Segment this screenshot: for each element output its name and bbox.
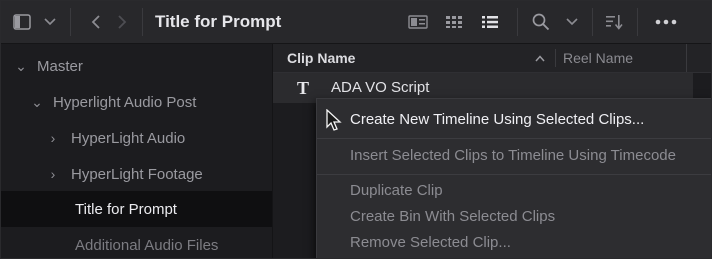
menu-item-create-bin[interactable]: Create Bin With Selected Clips — [350, 204, 555, 230]
forward-arrow-icon[interactable] — [113, 1, 131, 43]
more-options-icon[interactable] — [651, 1, 681, 43]
toolbar-divider — [637, 8, 638, 36]
bin-sidebar: ⌄ Master ⌄ Hyperlight Audio Post › Hyper… — [1, 44, 273, 258]
sidebar-item-label: Hyperlight Audio Post — [53, 93, 197, 111]
search-icon[interactable] — [529, 1, 553, 43]
menu-item-remove-selected-clip[interactable]: Remove Selected Clip... — [350, 230, 511, 256]
chevron-down-icon[interactable] — [563, 1, 581, 43]
chevron-right-icon[interactable]: › — [45, 166, 61, 182]
toolbar-divider — [142, 8, 143, 36]
menu-item-create-new-timeline[interactable]: Create New Timeline Using Selected Clips… — [350, 107, 644, 133]
sidebar-item-hyperlight-footage[interactable]: › HyperLight Footage — [1, 156, 316, 192]
chevron-down-icon[interactable]: ⌄ — [29, 94, 45, 111]
sidebar-item-title-for-prompt[interactable]: Title for Prompt — [1, 191, 272, 227]
sort-icon[interactable] — [602, 1, 626, 43]
chevron-down-icon[interactable]: ⌄ — [13, 58, 29, 75]
sidebar-toggle-icon[interactable] — [9, 1, 35, 43]
sidebar-item-label: HyperLight Audio — [71, 129, 186, 147]
menu-item-insert-selected-clips[interactable]: Insert Selected Clips to Timeline Using … — [350, 143, 676, 169]
sidebar-item-hyperlight-audio-post[interactable]: ⌄ Hyperlight Audio Post — [1, 84, 300, 120]
menu-divider — [317, 174, 711, 175]
sidebar-item-label: Additional Audio Files — [75, 236, 219, 254]
grid-view-icon[interactable] — [441, 1, 467, 43]
sidebar-item-additional-audio-files[interactable]: Additional Audio Files — [1, 227, 272, 258]
sort-ascending-icon[interactable] — [535, 44, 545, 72]
menu-divider — [317, 138, 711, 139]
list-view-icon[interactable] — [477, 1, 503, 43]
sidebar-item-label: HyperLight Footage — [71, 165, 203, 183]
menu-item-duplicate-clip[interactable]: Duplicate Clip — [350, 178, 443, 204]
column-header-clip-name[interactable]: Clip Name — [287, 44, 355, 72]
toolbar-divider — [517, 8, 518, 36]
toolbar-divider — [592, 8, 593, 36]
column-header-reel-name[interactable]: Reel Name — [563, 44, 633, 72]
title-clip-icon: T — [297, 78, 310, 98]
chevron-right-icon[interactable]: › — [45, 130, 61, 146]
media-pool-window: Title for Prompt ⌄ Master ⌄ Hyperlight A… — [0, 0, 712, 259]
column-header: Clip Name Reel Name — [273, 44, 711, 73]
sidebar-item-hyperlight-audio[interactable]: › HyperLight Audio — [1, 120, 316, 156]
back-arrow-icon[interactable] — [87, 1, 105, 43]
mouse-pointer-icon — [325, 108, 343, 137]
sidebar-item-master[interactable]: ⌄ Master — [1, 48, 284, 84]
sidebar-item-label: Master — [37, 57, 83, 75]
page-title: Title for Prompt — [155, 12, 282, 31]
thumbnail-view-icon[interactable] — [405, 1, 431, 43]
sidebar-item-label: Title for Prompt — [75, 200, 177, 218]
toolbar: Title for Prompt — [1, 1, 711, 44]
context-menu: Create New Timeline Using Selected Clips… — [316, 98, 711, 258]
chevron-down-icon[interactable] — [41, 1, 59, 43]
toolbar-divider — [70, 8, 71, 36]
column-divider[interactable] — [686, 44, 687, 72]
column-divider[interactable] — [555, 49, 556, 67]
